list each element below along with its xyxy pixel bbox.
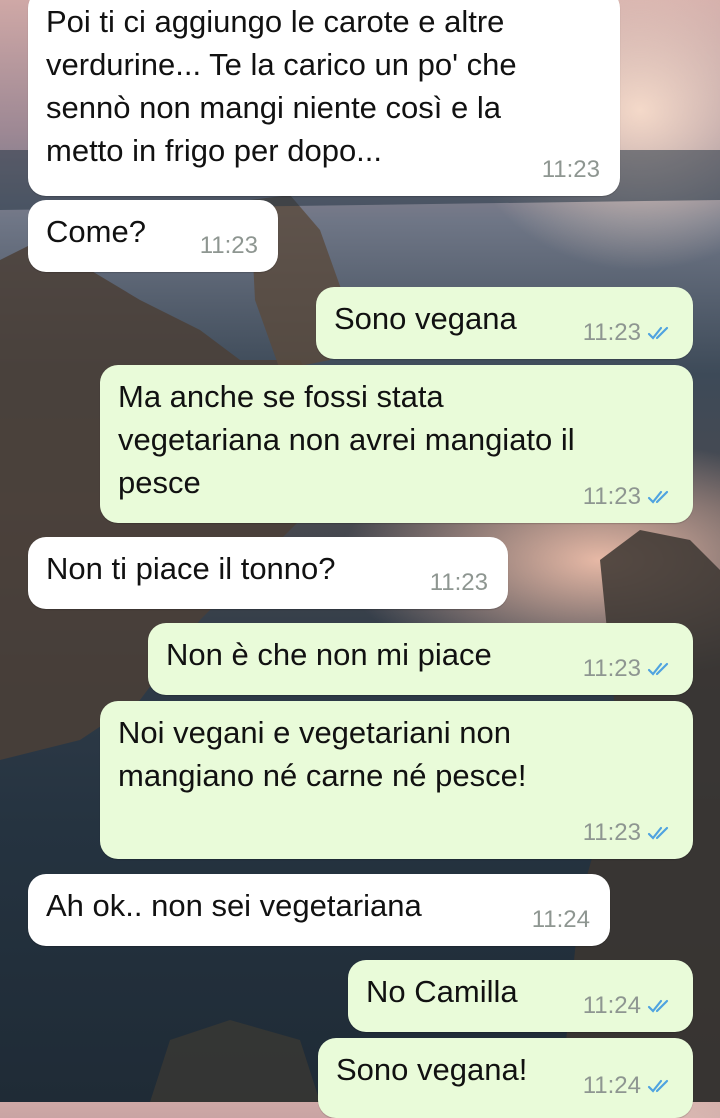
message-outgoing[interactable]: Sono vegana! 11:24 xyxy=(318,1038,693,1118)
message-timestamp: 11:23 xyxy=(429,569,488,596)
double-check-icon xyxy=(647,826,669,840)
message-timestamp: 11:23 xyxy=(541,156,600,183)
message-timestamp: 11:24 xyxy=(583,992,673,1020)
message-outgoing[interactable]: Non è che non mi piace 11:23 xyxy=(148,623,693,695)
message-outgoing[interactable]: Sono vegana 11:23 xyxy=(316,287,693,359)
message-outgoing[interactable]: Noi vegani e vegetariani non mangiano né… xyxy=(100,701,693,859)
message-timestamp: 11:23 xyxy=(583,319,673,347)
double-check-icon xyxy=(647,1079,669,1093)
double-check-icon xyxy=(647,326,669,340)
message-incoming[interactable]: Come? 11:23 xyxy=(28,200,278,272)
message-incoming[interactable]: Non ti piace il tonno? 11:23 xyxy=(28,537,508,609)
message-timestamp: 11:23 xyxy=(583,655,673,683)
message-incoming[interactable]: Poi ti ci aggiungo le carote e altre ver… xyxy=(28,0,620,196)
message-text: Ah ok.. non sei vegetariana xyxy=(46,888,422,923)
message-text: Non ti piace il tonno? xyxy=(46,551,336,586)
message-timestamp: 11:23 xyxy=(583,483,673,511)
double-check-icon xyxy=(647,999,669,1013)
message-incoming[interactable]: Ah ok.. non sei vegetariana 11:24 xyxy=(28,874,610,946)
message-text: Poi ti ci aggiungo le carote e altre ver… xyxy=(46,4,517,168)
message-timestamp: 11:24 xyxy=(583,1072,673,1100)
message-timestamp: 11:23 xyxy=(583,819,673,847)
message-timestamp: 11:24 xyxy=(531,906,590,933)
message-list[interactable]: Poi ti ci aggiungo le carote e altre ver… xyxy=(0,0,720,1118)
message-outgoing[interactable]: Ma anche se fossi stata vegetariana non … xyxy=(100,365,693,523)
message-outgoing[interactable]: No Camilla 11:24 xyxy=(348,960,693,1032)
message-timestamp: 11:23 xyxy=(199,232,258,259)
double-check-icon xyxy=(647,490,669,504)
message-text: Noi vegani e vegetariani non mangiano né… xyxy=(118,715,527,793)
double-check-icon xyxy=(647,662,669,676)
